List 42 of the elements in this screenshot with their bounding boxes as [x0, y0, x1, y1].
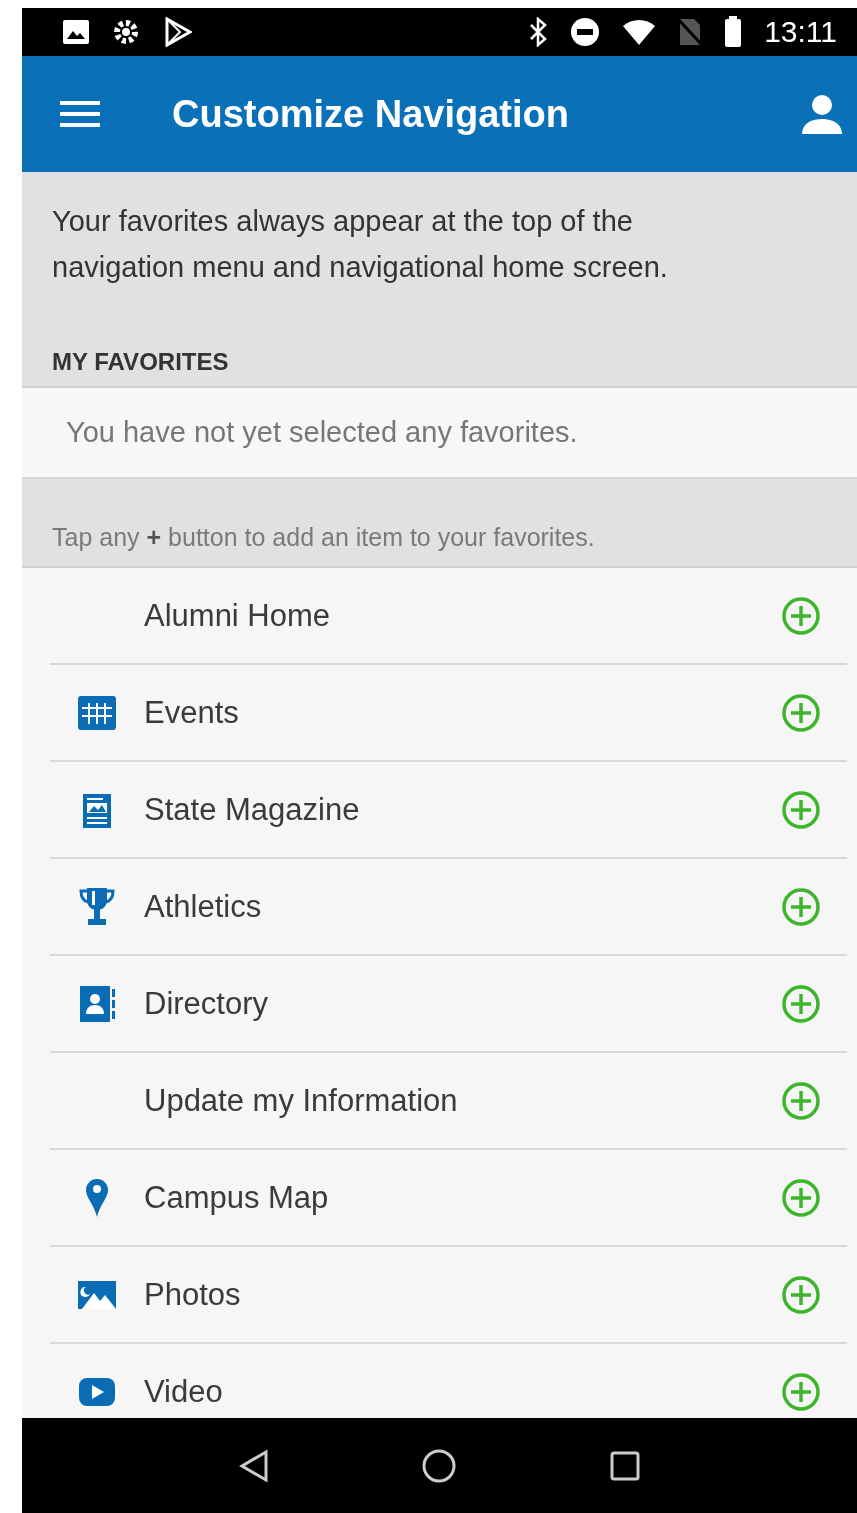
add-favorite-button[interactable] [781, 1371, 821, 1412]
bluetooth-icon [528, 17, 549, 47]
play-store-icon [164, 17, 192, 47]
do-not-disturb-icon [570, 17, 601, 47]
photo-icon [76, 1278, 118, 1311]
wifi-icon [622, 18, 657, 46]
home-button[interactable] [422, 1448, 457, 1483]
add-favorite-button[interactable] [781, 1274, 821, 1315]
add-favorite-button[interactable] [781, 789, 821, 830]
add-favorite-button[interactable] [781, 983, 821, 1024]
favorites-heading: MY FAVORITES [52, 348, 230, 377]
trophy-icon [79, 885, 115, 928]
nav-item-label: State Magazine [144, 791, 361, 828]
screen-title: Customize Navigation [172, 92, 570, 136]
nav-item-label: Alumni Home [144, 597, 332, 634]
image-icon [62, 19, 90, 45]
recents-button[interactable] [610, 1450, 641, 1481]
add-favorite-button[interactable] [781, 595, 821, 636]
hint-text: Tap any + button to add an item to your favorites. [52, 523, 596, 552]
back-button[interactable] [238, 1448, 269, 1483]
add-favorite-button[interactable] [781, 1177, 821, 1218]
battery-icon [724, 16, 743, 48]
empty-favorites-message: You have not yet selected any favorites. [66, 416, 579, 449]
calendar-icon [76, 693, 118, 732]
intro-text: Your favorites always appear at the top of the navigation menu and navigational home screen. [52, 204, 669, 285]
add-favorite-button[interactable] [781, 692, 821, 733]
contact-book-icon [78, 983, 116, 1024]
nav-item-label: Athletics [144, 888, 263, 925]
status-time: 13:11 [764, 15, 837, 49]
nav-item-label: Update my Information [144, 1082, 459, 1119]
map-pin-icon [84, 1176, 110, 1219]
nav-item-label: Events [144, 694, 240, 731]
no-sim-icon [678, 17, 703, 47]
nav-item-label: Photos [144, 1276, 242, 1313]
nav-item-label: Directory [144, 985, 269, 1022]
profile-button[interactable] [801, 94, 843, 134]
video-icon [77, 1375, 117, 1408]
menu-button[interactable] [60, 99, 100, 129]
nav-item-label: Campus Map [144, 1179, 330, 1216]
add-favorite-button[interactable] [781, 886, 821, 927]
nav-item-label: Video [144, 1373, 224, 1410]
add-favorite-button[interactable] [781, 1080, 821, 1121]
